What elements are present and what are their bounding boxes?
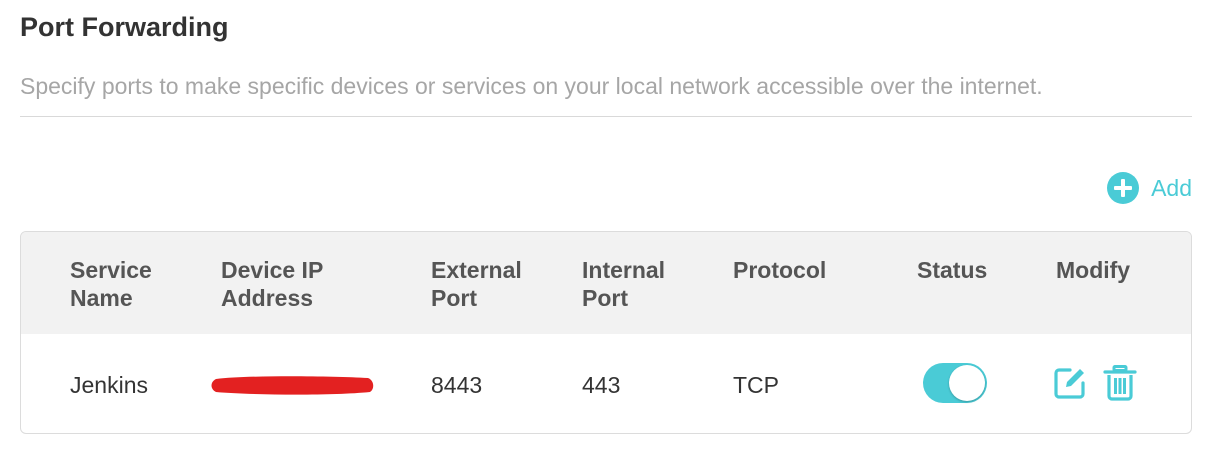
column-header-external-port: External Port [431, 257, 522, 311]
cell-external-port: 8443 [431, 372, 483, 398]
plus-circle-icon [1107, 172, 1140, 204]
add-button[interactable]: Add [1107, 172, 1192, 204]
divider [20, 116, 1192, 117]
cell-service-name: Jenkins [70, 372, 148, 398]
table-row: Jenkins 8443 443 TCP [21, 334, 1191, 433]
add-label: Add [1151, 174, 1192, 201]
status-toggle[interactable] [923, 363, 987, 403]
edit-icon[interactable] [1053, 366, 1087, 400]
port-forwarding-page: Port Forwarding Specify ports to make sp… [0, 0, 1214, 453]
redacted-ip-address [211, 376, 374, 395]
column-header-status: Status [917, 257, 988, 283]
table-header: Service Name Device IP Address External … [21, 232, 1191, 334]
page-title: Port Forwarding [20, 12, 229, 42]
column-header-modify: Modify [1056, 257, 1131, 283]
port-forwarding-table: Service Name Device IP Address External … [20, 231, 1192, 434]
column-header-service-name: Service Name [70, 257, 152, 311]
column-header-protocol: Protocol [733, 257, 827, 283]
column-header-internal-port: Internal Port [582, 257, 666, 311]
cell-protocol: TCP [733, 372, 779, 398]
column-header-device-ip: Device IP Address [221, 257, 324, 311]
toggle-knob [949, 365, 985, 401]
page-description: Specify ports to make specific devices o… [20, 73, 1043, 99]
cell-internal-port: 443 [582, 372, 621, 398]
trash-icon[interactable] [1103, 365, 1137, 401]
